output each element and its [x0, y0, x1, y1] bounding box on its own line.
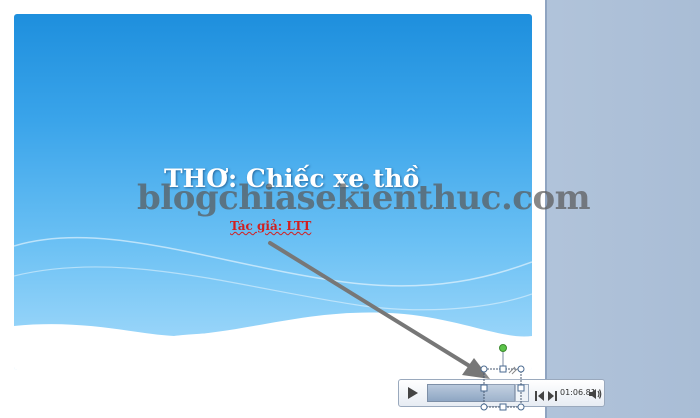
resize-handle-top-right[interactable]: [517, 365, 525, 373]
rotation-handle[interactable]: [499, 344, 507, 352]
resize-handle-bottom-left[interactable]: [480, 403, 488, 411]
resize-handle-bottom[interactable]: [499, 403, 507, 411]
resize-handle-bottom-right[interactable]: [517, 403, 525, 411]
resize-handle-top[interactable]: [499, 365, 507, 373]
media-selection-box[interactable]: [0, 0, 700, 418]
resize-handle-left[interactable]: [480, 384, 488, 392]
resize-handle-right[interactable]: [517, 384, 525, 392]
resize-handle-top-left[interactable]: [480, 365, 488, 373]
